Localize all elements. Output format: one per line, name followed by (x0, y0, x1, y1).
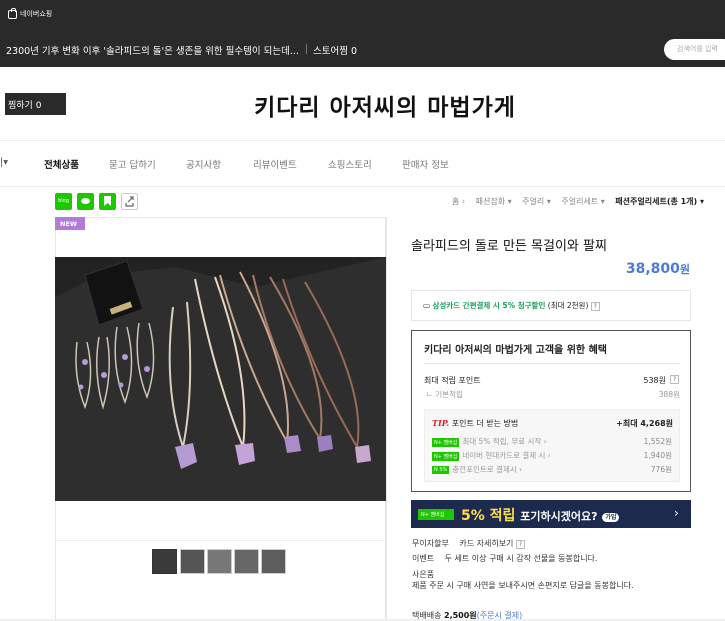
tip-text: 포인트 더 받는 방법 (451, 419, 519, 428)
card-detail-link[interactable]: 카드 자세히보기 (459, 539, 513, 548)
tip-row-label: 충전포인트로 결제시 › (452, 465, 523, 474)
event-value: 두 세트 이상 구매 시 감작 선물을 동봉합니다. (444, 554, 598, 563)
help-icon[interactable]: ? (590, 302, 600, 311)
tip-row-value: 1,940원 (643, 451, 672, 460)
product-photo[interactable] (55, 257, 386, 501)
search-input[interactable]: 검색어를 입력 (664, 39, 725, 60)
card-icon: ▭ (423, 301, 431, 310)
bookmark-icon[interactable] (99, 193, 116, 210)
nav-item-all-products[interactable]: 전체상품 (44, 157, 79, 171)
new-badge: NEW (55, 217, 85, 230)
divider (0, 140, 725, 141)
nav-item-shopping-story[interactable]: 쇼핑스토리 (328, 157, 372, 171)
nav-menu-chevron-icon[interactable]: |▾ (0, 157, 8, 168)
tip-row[interactable]: N+ 멤버십 네이버 현대카드로 결제 시 › (432, 450, 551, 461)
store-zzim-count[interactable]: 스토어찜 0 (313, 43, 357, 57)
event-row: 이벤트 두 세트 이상 구매 시 감작 선물을 동봉합니다. (412, 553, 597, 564)
breadcrumb-category[interactable]: 패션잡화 ▾ (476, 197, 512, 206)
store-nav: |▾ 전체상품 묻고 답하기 공지사항 리뷰이벤트 쇼핑스토리 판매자 정보 (0, 157, 725, 171)
nav-item-qna[interactable]: 묻고 답하기 (109, 157, 156, 171)
promo-text: 5% 적립 포기하시겠어요? 가입 (461, 505, 620, 525)
store-headline: 2300년 기후 변화 이후 '솔라피드의 돌'은 생존을 위한 필수템이 되는… (6, 46, 299, 57)
breadcrumb-category[interactable]: 주얼리 ▾ (522, 197, 551, 206)
membership-badge: N+ 멤버십 (418, 509, 454, 520)
store-title: 키다리 아저씨의 마법가게 (254, 95, 516, 121)
interest-free-label: 무이자할부 (412, 539, 449, 548)
thumbnail[interactable] (207, 549, 232, 574)
base-point-value: 388원 (658, 390, 680, 399)
tip-row-value: 776원 (650, 465, 672, 474)
price-unit: 원 (679, 263, 690, 276)
nav-item-notice[interactable]: 공지사항 (186, 157, 221, 171)
tip-row[interactable]: N+ 멤버십 최대 5% 적립, 무료 시작 › (432, 436, 547, 447)
divider (55, 540, 386, 541)
tip-row-label: 네이버 현대카드로 결제 시 › (462, 451, 551, 460)
tip-max-value: +최대 4,268원 (616, 419, 673, 428)
share-icon[interactable] (121, 193, 138, 210)
chevron-right-icon: › (674, 506, 679, 520)
share-arrow-icon (125, 196, 134, 207)
card-offer-limit: (최대 2천원) (547, 301, 589, 310)
breadcrumb-home[interactable]: 홈 › (452, 197, 465, 206)
divider (0, 186, 725, 187)
breadcrumb-current[interactable]: 패션주얼리세트(총 1개) ▾ (615, 197, 704, 206)
membership-badge: N+ 멤버십 (432, 437, 460, 447)
breadcrumb: 홈 › 패션잡화 ▾ 주얼리 ▾ 주얼리세트 ▾ 패션주얼리세트(총 1개) ▾ (452, 196, 712, 207)
card-discount-box[interactable]: ▭ 삼성카드 간편결제 시 5% 청구할인 (최대 2천원) ? (411, 290, 691, 321)
help-icon[interactable]: ? (515, 540, 525, 549)
tip-word: TIP. (432, 418, 450, 428)
promo-highlight: 5% 적립 (461, 508, 516, 524)
help-icon[interactable]: ? (670, 375, 679, 384)
max-point-value: 538원 (643, 376, 666, 385)
blog-share-icon[interactable]: blog (55, 193, 72, 210)
charge-point-badge: N 5% (432, 466, 450, 474)
divider (306, 44, 307, 54)
price-value: 38,800 (625, 261, 680, 277)
shopping-bag-icon (8, 7, 17, 19)
tip-row-label: 최대 5% 적립, 무료 시작 › (462, 437, 547, 446)
tip-row-value: 1,552원 (643, 437, 672, 446)
interest-free-row: 무이자할부 카드 자세히보기 ? (412, 538, 525, 549)
product-name: 솔라피드의 돌로 만든 목걸이와 팔찌 (411, 239, 607, 254)
thumbnail[interactable] (152, 549, 177, 574)
base-point-label: ㄴ 기본적립 (426, 390, 463, 399)
naver-shopping-logo[interactable]: 네이버쇼핑 (8, 7, 53, 19)
tip-label: TIP. 포인트 더 받는 방법 (432, 418, 518, 429)
talk-share-icon[interactable] (77, 193, 94, 210)
benefit-title: 키다리 아저씨의 마법가게 고객을 위한 혜택 (424, 345, 608, 356)
event-label: 이벤트 (412, 554, 435, 563)
gift-label: 사은품 (412, 570, 435, 579)
product-price: 38,800원 (540, 261, 690, 277)
thumbnail[interactable] (261, 549, 286, 574)
card-offer-text: 삼성카드 간편결제 시 5% 청구할인 (432, 301, 546, 310)
divider (424, 363, 680, 364)
thumbnail[interactable] (234, 549, 259, 574)
divider (386, 217, 387, 621)
membership-badge: N+ 멤버십 (432, 451, 460, 461)
thumbnail[interactable] (180, 549, 205, 574)
promo-message: 포기하시겠어요? (520, 510, 598, 523)
nav-item-seller-info[interactable]: 판매자 정보 (402, 157, 449, 171)
breadcrumb-category[interactable]: 주얼리세트 ▾ (561, 197, 604, 206)
promo-tag: 가입 (602, 512, 620, 522)
tip-row[interactable]: N 5% 충전포인트로 결제시 › (432, 464, 522, 475)
brand-label: 네이버쇼핑 (20, 10, 53, 18)
nav-item-review-event[interactable]: 리뷰이벤트 (253, 157, 297, 171)
gift-value: 제품 주문 시 구매 사연을 보내주시면 손편지로 답글을 동봉합니다. (412, 581, 634, 590)
max-point-label: 최대 적립 포인트 (424, 376, 481, 385)
